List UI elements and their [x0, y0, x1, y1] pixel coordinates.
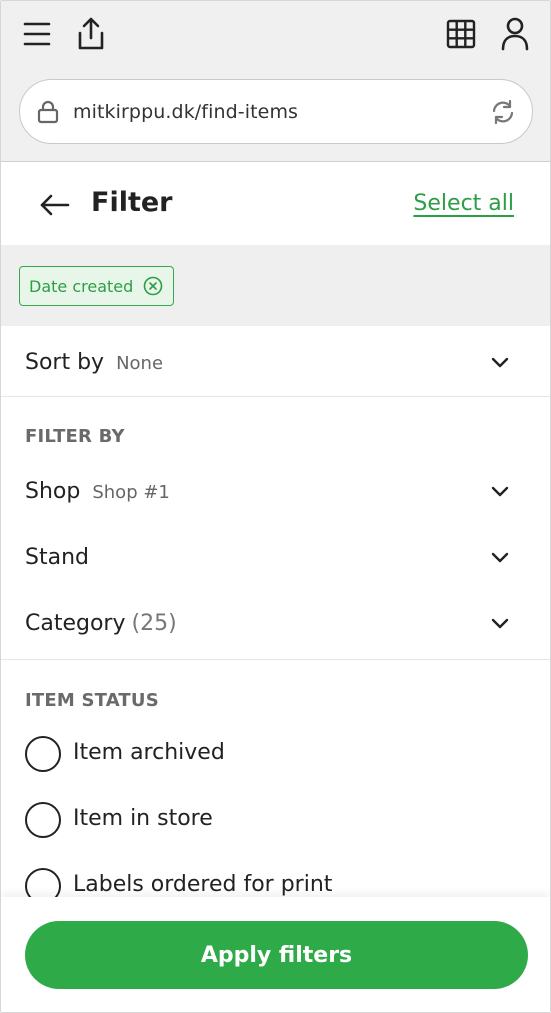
chevron-down-icon [491, 618, 509, 629]
shop-value: Shop #1 [92, 481, 170, 503]
chevron-down-icon [491, 357, 509, 368]
reload-icon[interactable] [490, 99, 516, 125]
url-text: mitkirppu.dk/find-items [73, 101, 299, 123]
status-option-archived[interactable]: Item archived [1, 726, 550, 782]
status-option-label: Item in store [73, 806, 213, 831]
chevron-down-icon [491, 552, 509, 563]
browser-chrome: mitkirppu.dk/find-items [1, 1, 550, 162]
shop-title: Shop [25, 478, 81, 504]
address-bar[interactable]: mitkirppu.dk/find-items [19, 79, 533, 144]
divider [1, 659, 550, 660]
divider [1, 396, 550, 397]
sort-by-dropdown[interactable]: Sort by None [1, 329, 550, 395]
status-option-label: Labels ordered for print [73, 872, 333, 897]
category-title: Category [25, 610, 126, 636]
status-option-label: Item archived [73, 740, 225, 765]
sort-by-label: Sort by None [25, 350, 163, 375]
category-dropdown[interactable]: Category (25) [1, 590, 550, 656]
shop-dropdown[interactable]: Shop Shop #1 [1, 458, 550, 524]
select-all-link[interactable]: Select all [413, 191, 514, 216]
radio-button[interactable] [25, 736, 61, 772]
active-filter-chip[interactable]: Date created [19, 266, 175, 306]
active-filters: Date created [1, 245, 550, 326]
back-arrow-icon [40, 194, 70, 216]
back-button[interactable] [37, 189, 73, 221]
lock-icon [36, 99, 60, 125]
stand-dropdown[interactable]: Stand [1, 524, 550, 590]
category-label: Category (25) [25, 611, 177, 636]
radio-button[interactable] [25, 802, 61, 838]
status-option-in-store[interactable]: Item in store [1, 792, 550, 848]
share-icon[interactable] [74, 15, 108, 53]
page-title: Filter [91, 187, 173, 218]
grid-icon[interactable] [444, 17, 478, 51]
hamburger-menu-icon[interactable] [21, 18, 53, 50]
chip-label: Date created [29, 276, 134, 296]
remove-filter-icon[interactable] [143, 276, 163, 296]
user-profile-icon[interactable] [498, 15, 532, 53]
apply-filters-button[interactable]: Apply filters [25, 921, 528, 989]
shop-label: Shop Shop #1 [25, 479, 170, 504]
chevron-down-icon [491, 486, 509, 497]
sort-by-value: None [116, 352, 164, 374]
sticky-footer: Apply filters [1, 897, 550, 1012]
filter-header: Filter Select all [1, 163, 550, 245]
filter-by-heading: FILTER BY [25, 426, 125, 447]
item-status-heading: ITEM STATUS [25, 690, 159, 711]
sort-by-title: Sort by [25, 349, 105, 375]
app-frame: mitkirppu.dk/find-items Filter Select al… [0, 0, 551, 1013]
stand-label: Stand [25, 544, 89, 570]
category-count: (25) [131, 610, 177, 636]
